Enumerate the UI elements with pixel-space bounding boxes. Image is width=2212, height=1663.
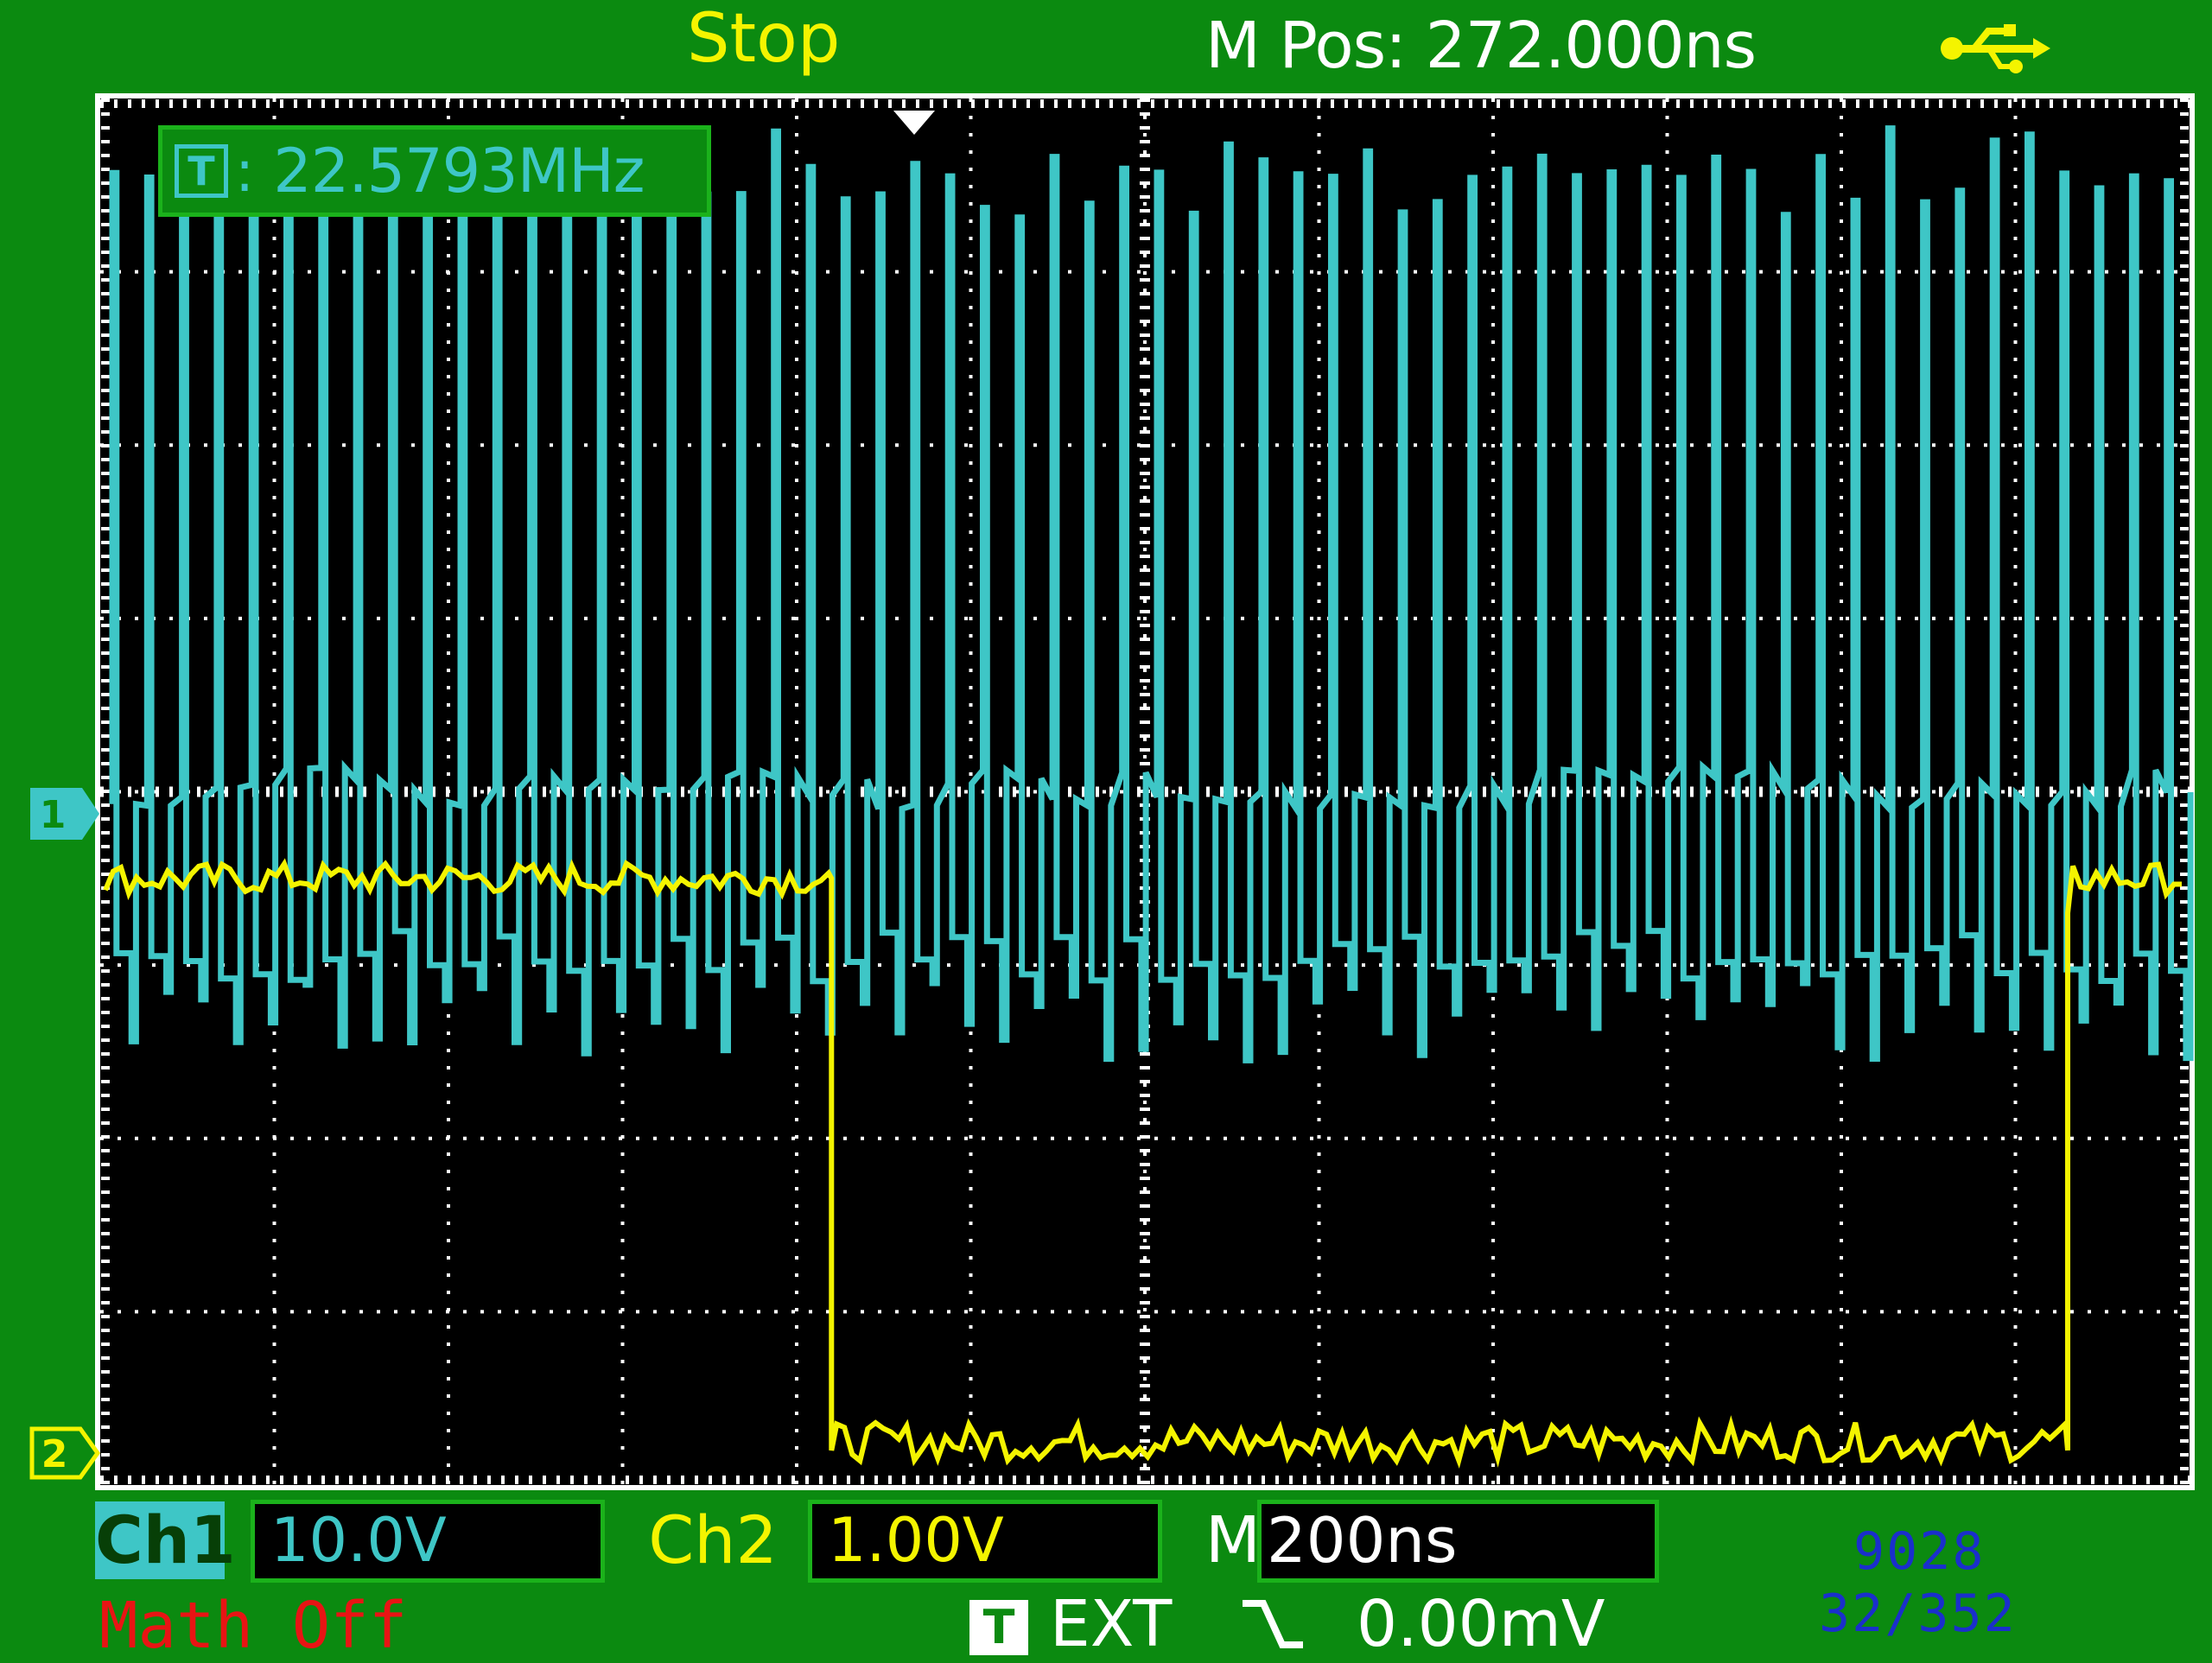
ch2-marker-label: 2 [41, 1432, 68, 1476]
ch1-marker-label: 1 [40, 793, 67, 837]
ch1-label: Ch1 [95, 1501, 236, 1579]
ch2-ground-marker-icon: 2 [29, 1426, 101, 1480]
trigger-level: 0.00mV [1357, 1587, 1605, 1661]
frequency-value: 22.5793MHz [273, 136, 645, 206]
run-state-indicator: Stop [687, 0, 841, 78]
trigger-icon: T [969, 1600, 1028, 1655]
frame-counter: 9028 [1853, 1521, 1986, 1582]
math-status: Math Off [99, 1589, 408, 1663]
waveform-display [95, 93, 2195, 1490]
status-bar: Stop M Pos: 272.000ns [0, 0, 2212, 95]
ch1-ground-marker-icon: 1 [30, 788, 99, 840]
frequency-readout: T : 22.5793MHz [158, 125, 711, 217]
trigger-position-marker-icon [893, 111, 935, 135]
timebase-time-per-div: 200ns [1257, 1500, 1659, 1583]
usb-icon [1941, 24, 2050, 73]
timebase-label: M [1205, 1503, 1261, 1577]
horizontal-position-readout: M Pos: 272.000ns [1205, 9, 1757, 83]
frame-index: 32/352 [1819, 1584, 2017, 1644]
ch2-label: Ch2 [648, 1501, 778, 1578]
ch2-volts-per-div: 1.00V [808, 1500, 1162, 1583]
trigger-source: EXT [1050, 1587, 1173, 1661]
frequency-separator: : [235, 137, 255, 205]
frequency-trigger-icon: T [175, 144, 228, 198]
oscilloscope-screen: Stop M Pos: 272.000ns 1 2 T : 22.5793MHz [0, 0, 2212, 1662]
ch1-volts-per-div: 10.0V [251, 1500, 605, 1583]
falling-edge-icon [1243, 1600, 1303, 1648]
